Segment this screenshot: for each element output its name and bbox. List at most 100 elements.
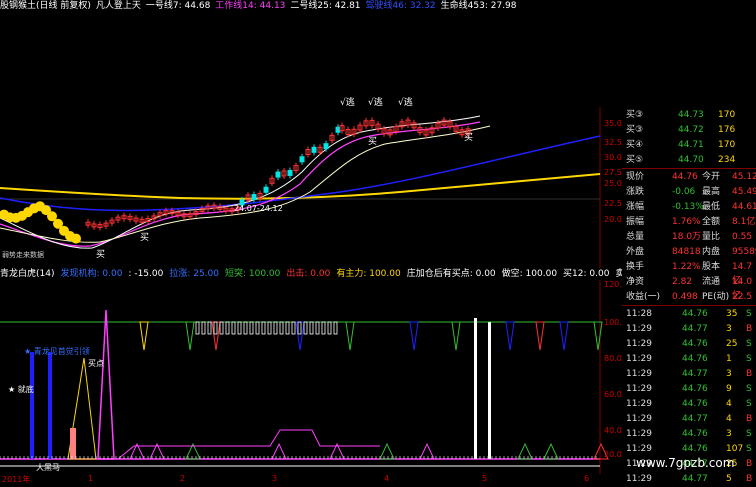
quote-cell: 2.82 [672, 277, 693, 287]
quote-cell: 振幅 [626, 217, 645, 227]
quote-row: 总量 18.0万 量比 0.55 [622, 230, 756, 244]
quote-cell: PE(动) [702, 292, 730, 302]
top-indicator-item: 凡人登上天 [95, 1, 141, 11]
quote-cell: 18.0万 [672, 232, 702, 242]
quote-cell: 0.498 [672, 292, 698, 302]
indicator-drop [345, 321, 355, 351]
indicator-drop [295, 321, 305, 351]
quote-row: 11:29 44.76 4 S [622, 397, 756, 411]
chart-annotation: 买 [140, 232, 149, 243]
candle [275, 171, 281, 178]
quote-row: 现价 44.76 今开 45.12 [622, 170, 756, 184]
quote-cell: 170 [718, 140, 736, 150]
indicator-drop [593, 321, 603, 351]
quote-cell: 净资 [626, 277, 645, 287]
quote-cell: 外盘 [626, 247, 645, 257]
date-axis-label: 2 [180, 474, 186, 483]
indicator-bar [195, 321, 200, 335]
quote-cell: 8.1亿 [732, 217, 756, 227]
quote-cell: 最低 [702, 202, 721, 212]
indicator-drop [409, 321, 419, 351]
quote-cell: 107 [726, 444, 744, 454]
quote-row: 收益(一) 0.498 PE(动) 22.5 [622, 290, 756, 304]
indicator-bar [297, 321, 302, 335]
indicator-bar [321, 321, 326, 335]
quote-cell: 11:29 [626, 384, 652, 394]
quote-cell: 涨幅 [626, 202, 645, 212]
sub-indicator-bar: 青龙白虎(14) 发现机构: 0.00: -15.00 拉涨: 25.00 短突: 1… [0, 268, 622, 280]
quote-row: 外盘 84818内盘 95589 [622, 245, 756, 259]
quote-row: 11:29 44.77 3 B [622, 322, 756, 336]
indicator-bar [255, 321, 260, 335]
indicator-bar [291, 321, 296, 335]
date-axis: 2011年 1 2 3 4 5 6 [0, 474, 622, 487]
quote-row: 11:28 44.76 35 S [622, 307, 756, 321]
sub-indicator-item: 做空: 100.00 [501, 269, 558, 279]
indicator-bar [309, 321, 314, 335]
quote-cell: 买③ [626, 125, 644, 135]
price-note: 24.07-24.12 [234, 204, 283, 213]
quote-cell: 44.72 [678, 125, 704, 135]
quote-row: 买④ 44.71 170 [622, 138, 756, 152]
quote-cell: S [746, 384, 752, 394]
quote-cell: 3 [726, 369, 732, 379]
quote-cell: 11:29 [626, 429, 652, 439]
indicator-bar [201, 321, 206, 335]
quote-cell: 44.76 [682, 429, 708, 439]
candle [71, 233, 81, 244]
price-tick-label: 25.00 [604, 179, 622, 188]
quote-cell: 最高 [702, 187, 721, 197]
quote-cell: 5 [726, 474, 732, 484]
quote-cell: S [746, 309, 752, 319]
quote-cell: 11:29 [626, 399, 652, 409]
quote-cell: 量比 [702, 232, 721, 242]
quote-row: 11:29 44.76 3 S [622, 427, 756, 441]
main-price-chart[interactable]: 24.07-24.12 √逃√逃√逃买买买买 35.0032.5030.0027… [0, 12, 622, 268]
quote-cell: 11:29 [626, 369, 652, 379]
indicator-bar [273, 321, 278, 335]
indicator-bar [285, 321, 290, 335]
sub-label: ★ 就底 [8, 384, 34, 394]
candle [311, 146, 317, 153]
price-tick-label: 32.50 [604, 138, 622, 147]
date-axis-label: 6 [584, 474, 590, 483]
quote-cell: 11:28 [626, 309, 652, 319]
indicator-bar [219, 321, 224, 335]
sub-tick-label: 60.00 [604, 390, 622, 399]
quote-cell: 44.76 [682, 384, 708, 394]
quote-cell: 44.73 [678, 110, 704, 120]
sub-label: ★ 青龙见首觉引领 [24, 346, 90, 356]
quote-cell: 45.49 [732, 187, 756, 197]
quote-cell: 22.5 [732, 292, 753, 302]
quote-cell: 95589 [732, 247, 756, 257]
sub-indicator-item: : -15.00 [128, 269, 164, 279]
indicator-bar [207, 321, 212, 335]
quote-row: 买③ 44.73 170 [622, 108, 756, 122]
quote-cell: 44.70 [678, 155, 704, 165]
candle [287, 169, 293, 176]
indicator-bar [303, 321, 308, 335]
top-indicator-item: 工作线14: 44.13 [215, 1, 286, 11]
left-note: 弱势走来数据 [2, 250, 44, 259]
quote-cell: 44.76 [682, 309, 708, 319]
date-axis-label: 5 [482, 474, 488, 483]
divider [622, 305, 756, 306]
quote-cell: 1 [726, 354, 732, 364]
quote-cell: S [746, 339, 752, 349]
quote-cell: 内盘 [702, 247, 721, 257]
sub-indicator-chart[interactable]: 120.00 100.00 80.00 60.00 40.00 20.00 ★ 青龙见首觉… [0, 280, 622, 474]
quote-cell: 11:29 [626, 339, 652, 349]
indicator-bar [231, 321, 236, 335]
quote-cell: 1.22% [672, 262, 701, 272]
divider [622, 168, 756, 169]
quote-row: 11:29 44.77 5 B [622, 472, 756, 486]
quote-cell: B [746, 324, 753, 334]
indicator-bar [237, 321, 242, 335]
sub-indicator-item: 买12: 0.00 [563, 269, 610, 279]
indicator-bar [48, 352, 52, 459]
quote-cell: 流通 [702, 277, 721, 287]
quote-cell: 买③ [626, 110, 644, 120]
chart-annotation: √逃 [340, 96, 355, 108]
quote-cell: 44.77 [682, 414, 708, 424]
quote-cell: 44.76 [672, 172, 698, 182]
